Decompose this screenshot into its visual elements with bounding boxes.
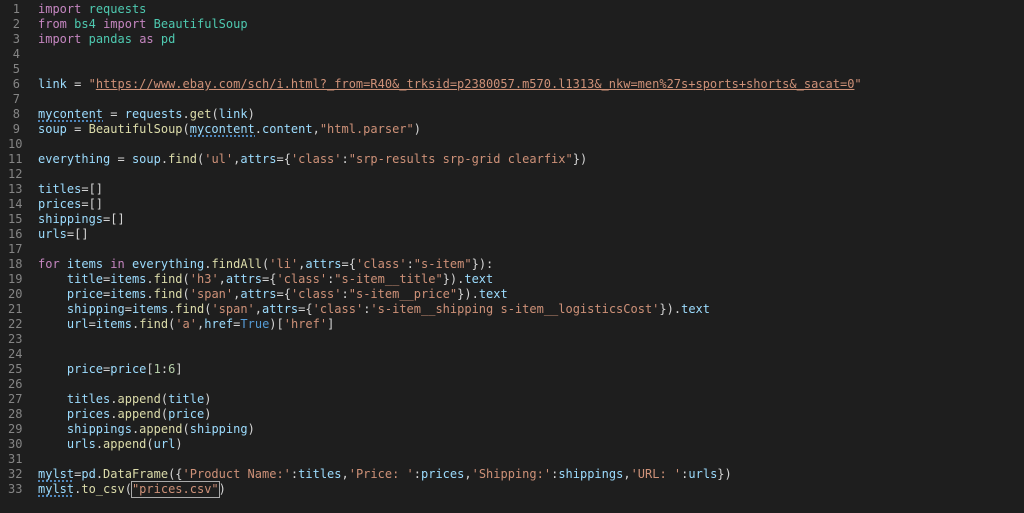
code-line[interactable]: urls=[] bbox=[38, 227, 1024, 242]
code-line[interactable] bbox=[38, 47, 1024, 62]
code-line[interactable]: shippings.append(shipping) bbox=[38, 422, 1024, 437]
line-number: 12 bbox=[8, 167, 20, 182]
line-number: 17 bbox=[8, 242, 20, 257]
code-line[interactable]: shippings=[] bbox=[38, 212, 1024, 227]
line-number: 4 bbox=[8, 47, 20, 62]
code-line[interactable] bbox=[38, 347, 1024, 362]
code-line[interactable]: for items in everything.findAll('li',att… bbox=[38, 257, 1024, 272]
line-number: 24 bbox=[8, 347, 20, 362]
line-number: 10 bbox=[8, 137, 20, 152]
code-line[interactable]: shipping=items.find('span',attrs={'class… bbox=[38, 302, 1024, 317]
line-number: 22 bbox=[8, 317, 20, 332]
line-number: 30 bbox=[8, 437, 20, 452]
code-line[interactable]: mylst=pd.DataFrame({'Product Name:':titl… bbox=[38, 467, 1024, 482]
line-number: 2 bbox=[8, 17, 20, 32]
line-number: 11 bbox=[8, 152, 20, 167]
line-number: 23 bbox=[8, 332, 20, 347]
line-number: 27 bbox=[8, 392, 20, 407]
code-line[interactable]: price=price[1:6] bbox=[38, 362, 1024, 377]
line-number: 8 bbox=[8, 107, 20, 122]
code-editor[interactable]: 1234567891011121314151617181920212223242… bbox=[0, 0, 1024, 513]
line-number: 1 bbox=[8, 2, 20, 17]
code-line[interactable]: mylst.to_csv("prices.csv") bbox=[38, 482, 1024, 497]
line-number: 15 bbox=[8, 212, 20, 227]
line-number: 31 bbox=[8, 452, 20, 467]
code-line[interactable]: urls.append(url) bbox=[38, 437, 1024, 452]
code-line[interactable] bbox=[38, 377, 1024, 392]
line-number: 25 bbox=[8, 362, 20, 377]
line-number: 7 bbox=[8, 92, 20, 107]
code-line[interactable]: import pandas as pd bbox=[38, 32, 1024, 47]
code-line[interactable]: prices=[] bbox=[38, 197, 1024, 212]
code-line[interactable]: from bs4 import BeautifulSoup bbox=[38, 17, 1024, 32]
line-number: 28 bbox=[8, 407, 20, 422]
line-number-gutter: 1234567891011121314151617181920212223242… bbox=[0, 0, 32, 513]
code-line[interactable] bbox=[38, 92, 1024, 107]
line-number: 14 bbox=[8, 197, 20, 212]
code-line[interactable]: mycontent = requests.get(link) bbox=[38, 107, 1024, 122]
code-line[interactable]: title=items.find('h3',attrs={'class':"s-… bbox=[38, 272, 1024, 287]
line-number: 20 bbox=[8, 287, 20, 302]
code-line[interactable] bbox=[38, 167, 1024, 182]
line-number: 3 bbox=[8, 32, 20, 47]
code-line[interactable]: prices.append(price) bbox=[38, 407, 1024, 422]
code-line[interactable]: url=items.find('a',href=True)['href'] bbox=[38, 317, 1024, 332]
code-line[interactable] bbox=[38, 332, 1024, 347]
code-line[interactable] bbox=[38, 137, 1024, 152]
line-number: 29 bbox=[8, 422, 20, 437]
code-line[interactable]: titles=[] bbox=[38, 182, 1024, 197]
line-number: 21 bbox=[8, 302, 20, 317]
line-number: 26 bbox=[8, 377, 20, 392]
code-line[interactable]: titles.append(title) bbox=[38, 392, 1024, 407]
code-line[interactable] bbox=[38, 452, 1024, 467]
code-line[interactable]: import requests bbox=[38, 2, 1024, 17]
code-line[interactable]: soup = BeautifulSoup(mycontent.content,"… bbox=[38, 122, 1024, 137]
line-number: 18 bbox=[8, 257, 20, 272]
code-line[interactable] bbox=[38, 242, 1024, 257]
line-number: 6 bbox=[8, 77, 20, 92]
line-number: 9 bbox=[8, 122, 20, 137]
line-number: 5 bbox=[8, 62, 20, 77]
line-number: 33 bbox=[8, 482, 20, 497]
line-number: 32 bbox=[8, 467, 20, 482]
code-line[interactable]: link = "https://www.ebay.com/sch/i.html?… bbox=[38, 77, 1024, 92]
code-line[interactable] bbox=[38, 62, 1024, 77]
code-line[interactable]: everything = soup.find('ul',attrs={'clas… bbox=[38, 152, 1024, 167]
line-number: 19 bbox=[8, 272, 20, 287]
line-number: 16 bbox=[8, 227, 20, 242]
line-number: 13 bbox=[8, 182, 20, 197]
code-line[interactable]: price=items.find('span',attrs={'class':"… bbox=[38, 287, 1024, 302]
code-content[interactable]: import requestsfrom bs4 import Beautiful… bbox=[32, 0, 1024, 513]
